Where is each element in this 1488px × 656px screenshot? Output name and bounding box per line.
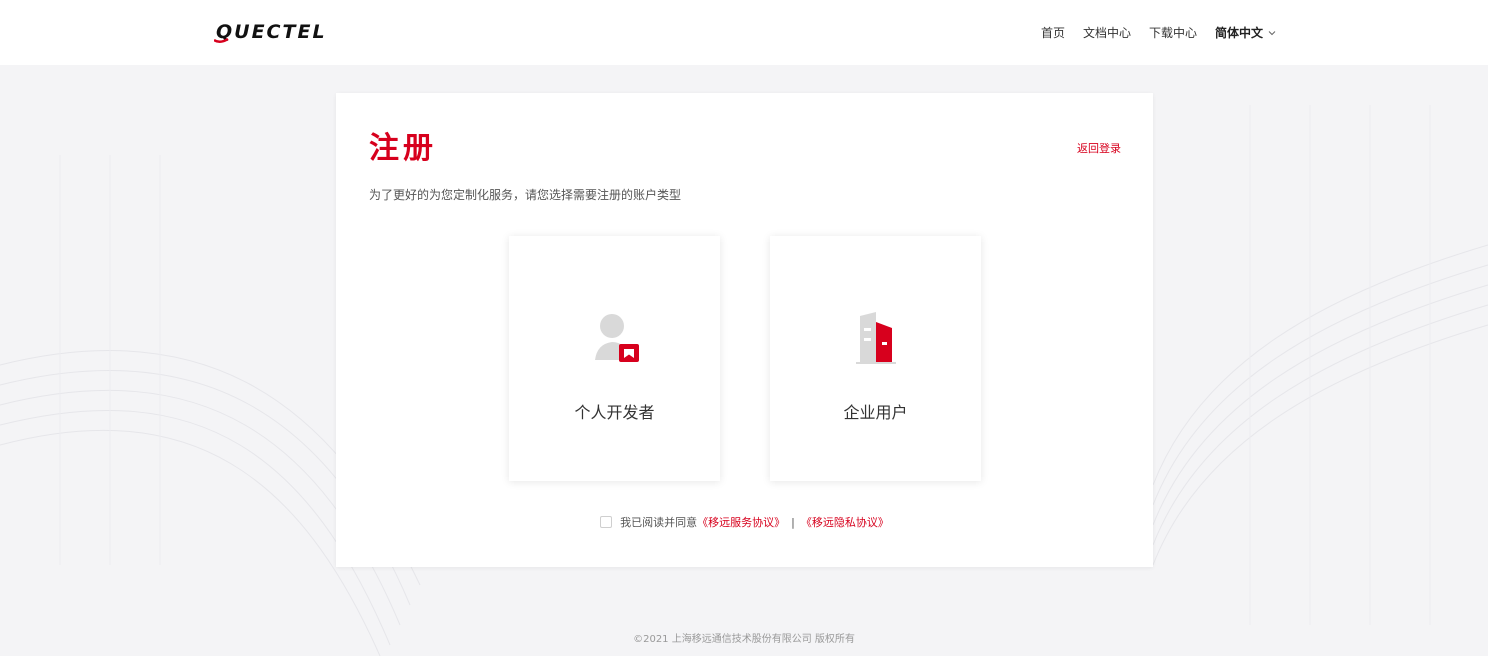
chevron-down-icon (1268, 30, 1276, 35)
nav-downloads[interactable]: 下载中心 (1149, 24, 1197, 41)
account-type-enterprise-label: 企业用户 (843, 403, 908, 422)
back-to-login-link[interactable]: 返回登录 (1077, 140, 1121, 156)
agreement-separator: | (791, 515, 795, 529)
account-type-personal-label: 个人开发者 (574, 403, 655, 422)
nav-docs[interactable]: 文档中心 (1083, 24, 1131, 41)
language-selector[interactable]: 简体中文 (1215, 24, 1276, 41)
register-card: 注册 返回登录 为了更好的为您定制化服务，请您选择需要注册的账户类型 个人开发者… (336, 93, 1153, 567)
account-type-enterprise[interactable]: 企业用户 (770, 236, 981, 481)
language-label: 简体中文 (1214, 26, 1263, 40)
user-icon (594, 314, 639, 362)
building-icon (855, 312, 896, 364)
quectel-logo[interactable]: QUECTEL (214, 20, 354, 44)
service-agreement-link[interactable]: 《移远服务协议》 (697, 514, 785, 530)
agreement-row: 我已阅读并同意 《移远服务协议》 | 《移远隐私协议》 (336, 514, 1153, 530)
page-title: 注册 (369, 131, 437, 166)
account-type-personal[interactable]: 个人开发者 (509, 236, 720, 481)
privacy-agreement-link[interactable]: 《移远隐私协议》 (801, 514, 889, 530)
page-subtitle: 为了更好的为您定制化服务，请您选择需要注册的账户类型 (369, 188, 682, 202)
agreement-checkbox[interactable] (600, 516, 613, 528)
main-nav: 首页 文档中心 下载中心 简体中文 (1023, 0, 1276, 65)
agreement-prefix: 我已阅读并同意 (620, 516, 698, 529)
footer-copyright: ©2021 上海移远通信技术股份有限公司 版权所有 (633, 634, 855, 645)
nav-home[interactable]: 首页 (1041, 24, 1065, 41)
top-bar: QUECTEL 首页 文档中心 下载中心 简体中文 (0, 0, 1488, 65)
svg-text:QUECTEL: QUECTEL (216, 21, 327, 43)
